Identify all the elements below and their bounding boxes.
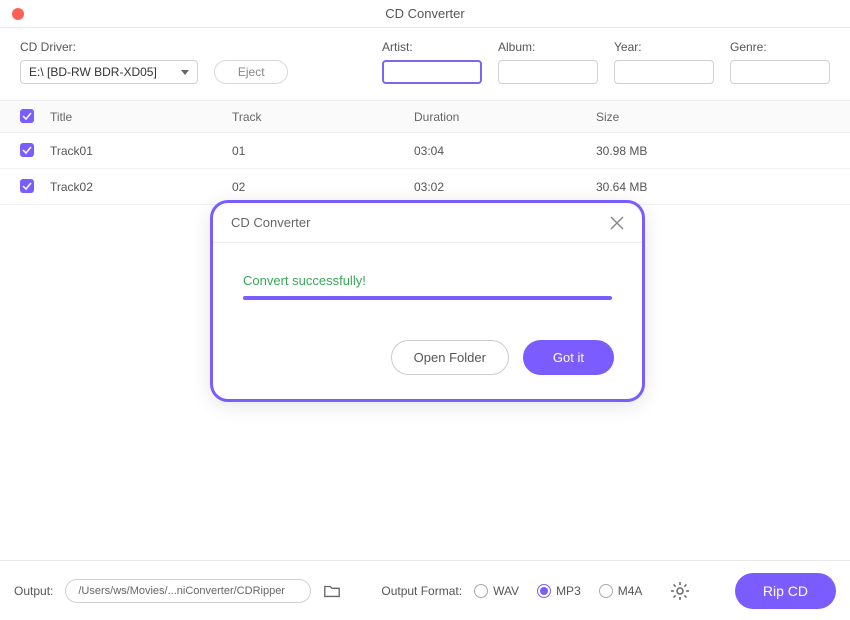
output-format-label: Output Format:	[381, 584, 462, 598]
close-window-button[interactable]	[12, 8, 24, 20]
genre-input[interactable]	[730, 60, 830, 84]
open-folder-button[interactable]: Open Folder	[391, 340, 509, 375]
radio-icon	[537, 584, 551, 598]
row-checkbox[interactable]	[20, 143, 34, 157]
radio-icon	[474, 584, 488, 598]
cell-duration: 03:04	[414, 144, 596, 158]
modal-title: CD Converter	[231, 215, 310, 230]
table-row[interactable]: Track01 01 03:04 30.98 MB	[0, 133, 850, 169]
album-input[interactable]	[498, 60, 598, 84]
select-all-checkbox[interactable]	[20, 109, 34, 123]
cell-track: 02	[232, 180, 414, 194]
artist-label: Artist:	[382, 40, 482, 54]
cell-title: Track02	[50, 180, 232, 194]
album-label: Album:	[498, 40, 598, 54]
genre-label: Genre:	[730, 40, 830, 54]
header-duration: Duration	[414, 110, 596, 124]
format-mp3-radio[interactable]: MP3	[537, 584, 581, 598]
output-path-field[interactable]: /Users/ws/Movies/...niConverter/CDRipper	[65, 579, 311, 603]
radio-icon	[599, 584, 613, 598]
header-track: Track	[232, 110, 414, 124]
got-it-button[interactable]: Got it	[523, 340, 614, 375]
close-icon[interactable]	[610, 216, 624, 230]
artist-input[interactable]	[382, 60, 482, 84]
success-modal: CD Converter Convert successfully! Open …	[210, 200, 645, 402]
cell-size: 30.98 MB	[596, 144, 830, 158]
settings-icon[interactable]	[670, 581, 690, 601]
eject-button[interactable]: Eject	[214, 60, 288, 84]
cd-driver-label: CD Driver:	[20, 40, 198, 54]
header-title: Title	[50, 110, 232, 124]
progress-bar	[243, 296, 612, 300]
year-input[interactable]	[614, 60, 714, 84]
success-message: Convert successfully!	[243, 273, 612, 288]
table-header: Title Track Duration Size	[0, 100, 850, 133]
cell-size: 30.64 MB	[596, 180, 830, 194]
row-checkbox[interactable]	[20, 179, 34, 193]
cell-track: 01	[232, 144, 414, 158]
header-size: Size	[596, 110, 830, 124]
cell-duration: 03:02	[414, 180, 596, 194]
output-label: Output:	[14, 584, 53, 598]
cell-title: Track01	[50, 144, 232, 158]
year-label: Year:	[614, 40, 714, 54]
format-wav-radio[interactable]: WAV	[474, 584, 519, 598]
format-m4a-radio[interactable]: M4A	[599, 584, 643, 598]
folder-icon[interactable]	[323, 582, 341, 600]
rip-cd-button[interactable]: Rip CD	[735, 573, 836, 609]
cd-driver-select[interactable]: E:\ [BD-RW BDR-XD05]	[20, 60, 198, 84]
chevron-down-icon	[181, 70, 189, 75]
cd-driver-value: E:\ [BD-RW BDR-XD05]	[29, 65, 157, 79]
window-title: CD Converter	[385, 6, 464, 21]
